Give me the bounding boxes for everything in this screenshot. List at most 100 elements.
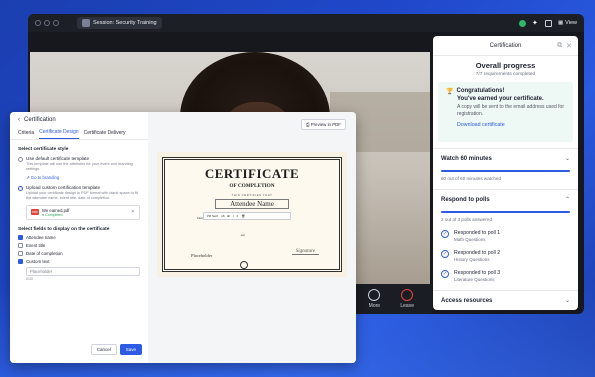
checkbox[interactable]: [18, 258, 23, 264]
style-label: Select certificate style: [18, 147, 69, 152]
poll-item: ✓ Responded to poll 1 Math Questions: [441, 230, 570, 242]
delete-icon[interactable]: 🗑: [241, 214, 245, 218]
checkbox[interactable]: [18, 234, 23, 240]
access-section[interactable]: Access resources ⌄: [433, 290, 578, 304]
congrats-body: A copy will be sent to the email address…: [457, 104, 565, 117]
panel-title: Certification: [489, 42, 522, 49]
option-desc: Upload your certificate design in PDF fo…: [26, 190, 138, 200]
check-circle-icon: ✓: [441, 270, 449, 278]
certificate: CERTIFICATE OF COMPLETION THIS CERTIFIES…: [162, 157, 342, 272]
back-arrow-icon[interactable]: ‹: [18, 117, 20, 123]
download-certificate-link[interactable]: Download certificate: [457, 122, 565, 128]
checkbox[interactable]: [18, 250, 23, 256]
panel-header: Certification ⧉ ✕: [433, 36, 578, 56]
more-button[interactable]: More: [368, 289, 381, 309]
file-status-label: Completed: [45, 212, 63, 217]
bold-icon[interactable]: B: [228, 214, 230, 218]
leave-button[interactable]: Leave: [400, 289, 414, 309]
tab-certificate-delivery[interactable]: Certificate Delivery: [84, 130, 126, 139]
italic-icon[interactable]: I: [233, 214, 234, 218]
font-size-select[interactable]: 16: [221, 214, 224, 218]
congrats-title: Congratulations!: [456, 88, 505, 94]
watch-section[interactable]: Watch 60 minutes ⌄ 60 out of 60 minutes …: [433, 148, 578, 181]
poll-sub: Math Questions: [454, 237, 486, 242]
celebrate-icon: 🏆: [446, 89, 454, 95]
cert-placeholder[interactable]: Placeholder: [191, 253, 212, 258]
field-date-completion[interactable]: Date of completion: [18, 250, 140, 256]
field-custom-text[interactable]: Custom text: [18, 258, 140, 264]
shield-icon[interactable]: [518, 19, 526, 27]
congrats-card: 🏆 Congratulations! You've earned your ce…: [438, 82, 573, 142]
cancel-button[interactable]: Cancel: [90, 344, 117, 355]
certificate-frame: CERTIFICATE OF COMPLETION THIS CERTIFIES…: [157, 152, 347, 277]
poll-title: Responded to poll 1: [454, 230, 501, 236]
custom-text-input[interactable]: Placeholder: [26, 266, 140, 276]
poll-title: Responded to poll 3: [454, 270, 501, 276]
option-custom-template[interactable]: Upload custom certification template Upl…: [18, 185, 140, 201]
cert-signature: Signature: [291, 249, 319, 255]
dialog-title: Certification: [24, 116, 56, 123]
polls-section[interactable]: Respond to polls ⌃ 3 out of 3 polls answ…: [433, 189, 578, 282]
go-to-branding-link[interactable]: ⇗ Go to branding: [26, 175, 140, 181]
radio-default[interactable]: [18, 157, 23, 162]
option-default-template[interactable]: Use default certificate template This te…: [18, 156, 140, 181]
chevron-up-icon[interactable]: ⌃: [565, 196, 570, 203]
meeting-titlebar: Session: Security Training ✦ ▦ View: [28, 14, 584, 32]
popout-icon[interactable]: ⧉: [557, 42, 562, 50]
leave-label: Leave: [400, 303, 414, 309]
checkbox[interactable]: [18, 242, 23, 248]
watch-note: 60 out of 60 minutes watched: [441, 176, 502, 181]
checkbox-label: Custom text: [26, 258, 50, 264]
checkbox-label: Event title: [26, 242, 46, 248]
tab-criteria[interactable]: Criteria: [18, 130, 34, 139]
view-button[interactable]: ▦ View: [558, 20, 577, 26]
polls-note: 3 out of 3 polls answered: [441, 217, 493, 222]
maximize-window-icon[interactable]: [53, 20, 59, 26]
access-title: Access resources: [441, 297, 493, 304]
field-event-title[interactable]: Event title: [18, 242, 140, 248]
window-controls: [35, 20, 59, 26]
session-title: Session: Security Training: [93, 20, 157, 26]
preview-pdf-button[interactable]: ⎙ Preview in PDF: [301, 119, 346, 130]
session-icon: [82, 19, 90, 27]
minimize-window-icon[interactable]: [44, 20, 50, 26]
file-status: ● Completed: [42, 213, 69, 217]
session-chip[interactable]: Session: Security Training: [77, 17, 162, 29]
tab-certificate-design[interactable]: Certificate Design: [39, 129, 79, 139]
dialog-settings: ‹ Certification Criteria Certificate Des…: [10, 112, 148, 363]
more-label: More: [368, 303, 381, 309]
chevron-down-icon[interactable]: ⌄: [565, 297, 570, 304]
cert-title: CERTIFICATE: [204, 166, 300, 181]
link-label: Go to branding: [30, 174, 60, 180]
save-button[interactable]: Save: [119, 344, 142, 355]
align-icon[interactable]: ≡: [237, 214, 239, 218]
polls-progress-bar: [441, 211, 570, 213]
certification-panel: Certification ⧉ ✕ Overall progress 7/7 r…: [433, 36, 578, 310]
cert-attendee-name[interactable]: Attendee Name: [215, 199, 289, 209]
poll-title: Responded to poll 2: [454, 250, 501, 256]
certificate-preview-area: ⎙ Preview in PDF CERTIFICATE OF COMPLETI…: [148, 112, 356, 363]
dialog-tabs: Criteria Certificate Design Certificate …: [10, 127, 148, 140]
radio-custom[interactable]: [18, 185, 23, 191]
watch-title: Watch 60 minutes: [441, 155, 492, 162]
close-icon[interactable]: ✕: [566, 42, 572, 50]
overall-progress-title: Overall progress: [475, 61, 536, 70]
poll-sub: Literature Questions: [454, 277, 495, 282]
overall-progress-sub: 7/7 requirements completed: [475, 72, 536, 77]
pdf-icon: PDF: [31, 209, 39, 216]
seal-icon: [240, 261, 248, 269]
chevron-down-icon[interactable]: ⌄: [565, 155, 570, 162]
check-circle-icon: ✓: [441, 250, 449, 258]
cert-mid-text: a.b: [241, 233, 246, 237]
font-select[interactable]: PR Serif: [207, 214, 218, 218]
more-icon: [368, 289, 381, 301]
close-window-icon[interactable]: [35, 20, 41, 26]
remove-file-icon[interactable]: ✕: [131, 209, 135, 215]
field-attendee-name[interactable]: Attendee name: [18, 234, 140, 240]
layout-icon[interactable]: [544, 19, 552, 27]
watch-progress-bar: [441, 170, 570, 172]
sparkle-icon[interactable]: ✦: [532, 20, 539, 27]
check-circle-icon: ✓: [441, 230, 449, 238]
option-title: Use default certificate template: [26, 156, 90, 161]
view-label: View: [565, 20, 577, 26]
